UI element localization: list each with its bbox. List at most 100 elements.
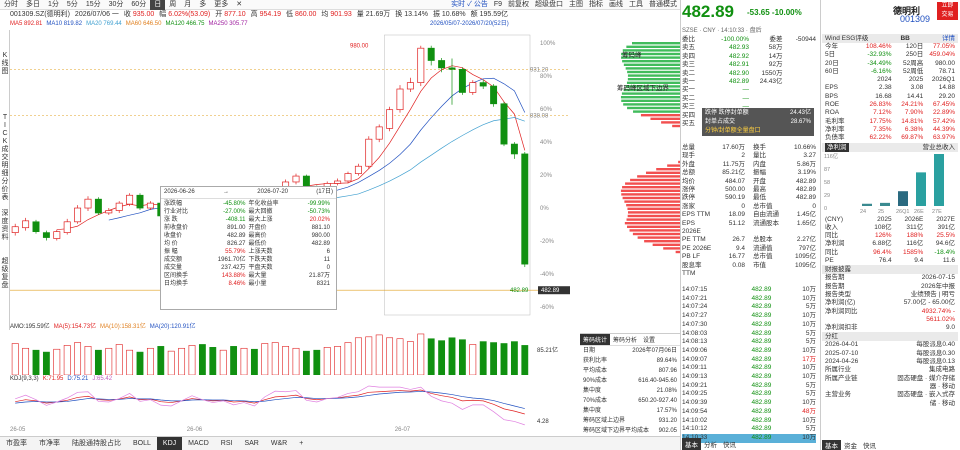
amo-bar[interactable] <box>438 340 446 375</box>
tick-row[interactable]: 14:09:11 482.89 10万 <box>682 364 816 373</box>
tick-row[interactable]: 14:07:15 482.89 10万 <box>682 286 816 295</box>
toolbar-item-3[interactable]: 5分 <box>63 0 82 10</box>
toolbar-item-0[interactable]: 分时 <box>0 0 22 10</box>
candle-body[interactable] <box>354 165 362 174</box>
indicator-tab-9[interactable]: + <box>293 437 309 450</box>
candle-body[interactable] <box>479 82 487 87</box>
candle-body[interactable] <box>292 175 300 183</box>
candle-body[interactable] <box>334 180 342 184</box>
amo-bar[interactable] <box>406 341 414 375</box>
amo-bar[interactable] <box>219 349 227 375</box>
toolbar-item-9[interactable]: 月 <box>180 0 195 10</box>
amo-bar[interactable] <box>105 347 113 375</box>
date-range-label[interactable]: 2026/05/07-2026/07/20(52日) <box>430 20 509 29</box>
amo-bar[interactable] <box>74 342 82 375</box>
candle-body[interactable] <box>375 126 383 140</box>
toolbar-item-5[interactable]: 30分 <box>105 0 128 10</box>
tick-row[interactable]: 14:09:54 482.89 48万 <box>682 408 816 417</box>
candle-body[interactable] <box>84 198 92 209</box>
amo-bar[interactable] <box>292 347 300 375</box>
toolbar-item-6[interactable]: 60分 <box>127 0 150 10</box>
candle-body[interactable] <box>136 194 144 209</box>
indicator-tab-1[interactable]: 市净率 <box>33 437 66 450</box>
toolbar-right-item-4[interactable]: 主图 <box>566 0 586 10</box>
amo-bar[interactable] <box>448 337 456 375</box>
amo-bar[interactable] <box>323 347 331 375</box>
toolbar-right-item-5[interactable]: 指标 <box>586 0 606 10</box>
amo-bar[interactable] <box>178 347 186 375</box>
candle-body[interactable] <box>11 226 19 233</box>
amo-bar[interactable] <box>521 345 529 375</box>
candle-body[interactable] <box>365 138 373 167</box>
amo-bar[interactable] <box>313 349 321 375</box>
orderbook-row[interactable]: 卖一 482.89 24.43亿 <box>682 78 816 86</box>
toolbar-item-4[interactable]: 15分 <box>82 0 105 10</box>
candle-body[interactable] <box>94 198 102 214</box>
indicator-tab-0[interactable]: 市盈率 <box>0 437 33 450</box>
toolbar-right-item-7[interactable]: 工具 <box>626 0 646 10</box>
amo-bar[interactable] <box>115 344 123 375</box>
amo-bar[interactable] <box>271 342 279 375</box>
amo-chart[interactable]: 85.21亿 <box>10 330 570 375</box>
amo-bar[interactable] <box>510 341 518 375</box>
toolbar-item-10[interactable]: 多 <box>195 0 210 10</box>
amo-bar[interactable] <box>53 348 61 375</box>
amo-bar[interactable] <box>209 347 217 375</box>
orderbook-row[interactable]: 买二 — <box>682 95 816 103</box>
toolbar-right-item-2[interactable]: 前复权 <box>505 0 532 10</box>
amo-bar[interactable] <box>126 349 134 375</box>
amo-bar[interactable] <box>302 350 310 375</box>
amo-bar[interactable] <box>63 345 71 375</box>
candle-body[interactable] <box>53 231 61 239</box>
profit-bar[interactable] <box>898 190 908 206</box>
tick-row[interactable]: 14:09:07 482.89 17万 <box>682 356 816 365</box>
tick-row[interactable]: 14:07:21 482.89 10万 <box>682 295 816 304</box>
toolbar-right-item-6[interactable]: 画线 <box>606 0 626 10</box>
toolbar-item-7[interactable]: 日 <box>150 0 166 10</box>
indicator-tab-5[interactable]: MACD <box>182 437 215 450</box>
candle-body[interactable] <box>490 85 498 105</box>
indicator-tab-2[interactable]: 陆股通持股占比 <box>66 437 127 450</box>
amo-bar[interactable] <box>261 343 269 376</box>
vtab-0[interactable]: K 线 图 <box>1 52 9 76</box>
amo-bar[interactable] <box>500 343 508 376</box>
amo-bar[interactable] <box>230 346 238 375</box>
candle-body[interactable] <box>406 82 414 90</box>
tick-row[interactable]: 14:08:03 482.89 5万 <box>682 330 816 339</box>
amo-bar[interactable] <box>157 346 165 375</box>
profit-bar[interactable] <box>916 171 926 206</box>
candle-body[interactable] <box>74 207 82 223</box>
candle-body[interactable] <box>521 153 529 265</box>
tick-row[interactable]: 14:10:12 482.89 5万 <box>682 425 816 434</box>
range-to[interactable]: 2026-07-20 <box>257 188 288 197</box>
profit-bar[interactable] <box>934 153 944 206</box>
toolbar-item-1[interactable]: 多日 <box>22 0 44 10</box>
candle-body[interactable] <box>458 68 466 93</box>
tick-row[interactable]: 14:08:13 482.89 5万 <box>682 338 816 347</box>
tick-row[interactable]: 14:07:30 482.89 10万 <box>682 321 816 330</box>
fund-tab-2[interactable]: 快讯 <box>860 440 879 450</box>
amo-bar[interactable] <box>386 337 394 375</box>
orderbook-row[interactable]: 卖四 482.92 14万 <box>682 53 816 61</box>
amo-bar[interactable] <box>334 346 342 375</box>
candle-body[interactable] <box>63 221 71 233</box>
fund-tab-0[interactable]: 基本 <box>822 440 841 450</box>
toolbar-item-2[interactable]: 1分 <box>44 0 63 10</box>
toolbar-right-item-1[interactable]: F9 <box>491 0 505 10</box>
kdj-chart[interactable]: 4.28 <box>10 385 570 427</box>
fin-chart-tab-0[interactable]: 净利润 <box>825 142 849 152</box>
candle-body[interactable] <box>344 173 352 182</box>
orderbook-row[interactable]: 买一 — <box>682 86 816 94</box>
fin-chart-tab-1[interactable]: 营业总收入 <box>923 143 956 152</box>
candle-body[interactable] <box>115 202 123 211</box>
toolbar-item-8[interactable]: 周 <box>165 0 180 10</box>
candle-body[interactable] <box>438 60 446 69</box>
orderbook-row[interactable]: 委比 -100.00% 委差 -50944 <box>682 36 816 44</box>
toolbar-right-item-3[interactable]: 超级盘口 <box>532 0 566 10</box>
amo-bar[interactable] <box>365 336 373 375</box>
quote-tab-0[interactable]: 基本 <box>682 438 701 450</box>
chip-tab-2[interactable]: 设置 <box>640 334 658 345</box>
amo-bar[interactable] <box>42 351 50 375</box>
quote-tab-2[interactable]: 快讯 <box>720 438 739 450</box>
candle-body[interactable] <box>469 82 477 93</box>
